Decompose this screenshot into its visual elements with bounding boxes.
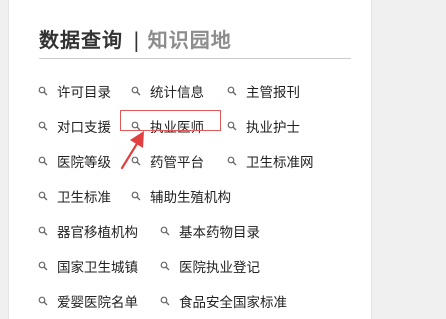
search-icon [160, 296, 170, 306]
link-label: 执业护士 [246, 120, 300, 136]
search-icon [38, 86, 48, 96]
link-label: 器官移植机构 [57, 225, 138, 241]
search-icon [160, 226, 170, 236]
search-icon [131, 86, 141, 96]
search-icon [131, 191, 141, 201]
link-essential-drugs[interactable]: 基本药物目录 [160, 221, 260, 241]
search-icon [38, 261, 48, 271]
search-icon [227, 86, 237, 96]
link-label: 国家卫生城镇 [57, 260, 138, 276]
tab-data-query[interactable]: 数据查询 [39, 24, 123, 53]
search-icon [38, 156, 48, 166]
link-label: 医院执业登记 [179, 260, 260, 276]
link-hospital-grade[interactable]: 医院等级 [38, 151, 111, 171]
panel-header: 数据查询 | 知识园地 [39, 24, 232, 53]
link-license-catalog[interactable]: 许可目录 [38, 81, 111, 101]
link-label: 卫生标准 [57, 190, 111, 206]
link-practicing-nurse[interactable]: 执业护士 [227, 116, 300, 136]
link-statistics[interactable]: 统计信息 [131, 81, 204, 101]
link-organ-transplant[interactable]: 器官移植机构 [38, 221, 138, 241]
link-label: 卫生标准网 [246, 155, 314, 171]
link-publications[interactable]: 主管报刊 [227, 81, 300, 101]
link-hospital-registration[interactable]: 医院执业登记 [160, 256, 260, 276]
link-label: 爱婴医院名单 [57, 295, 138, 311]
link-health-cities[interactable]: 国家卫生城镇 [38, 256, 138, 276]
link-label: 主管报刊 [246, 85, 300, 101]
link-baby-friendly-hospitals[interactable]: 爱婴医院名单 [38, 291, 138, 311]
link-health-standards[interactable]: 卫生标准 [38, 186, 111, 206]
search-icon [38, 296, 48, 306]
search-icon [38, 191, 48, 201]
header-divider [39, 58, 351, 59]
link-label: 许可目录 [57, 85, 111, 101]
link-assisted-reproduction[interactable]: 辅助生殖机构 [131, 186, 231, 206]
link-counterpart-support[interactable]: 对口支援 [38, 116, 111, 136]
red-arrow-icon [120, 131, 144, 170]
tab-separator: | [133, 28, 140, 52]
link-label: 统计信息 [150, 85, 204, 101]
link-label: 食品安全国家标准 [179, 295, 287, 311]
search-icon [160, 261, 170, 271]
link-health-standards-site[interactable]: 卫生标准网 [227, 151, 314, 171]
search-icon [38, 121, 48, 131]
link-label: 基本药物目录 [179, 225, 260, 241]
link-food-safety-standards[interactable]: 食品安全国家标准 [160, 291, 287, 311]
search-icon [227, 121, 237, 131]
link-label: 医院等级 [57, 155, 111, 171]
search-icon [227, 156, 237, 166]
tab-knowledge-garden[interactable]: 知识园地 [148, 24, 232, 53]
search-icon [38, 226, 48, 236]
link-label: 药管平台 [150, 155, 204, 171]
link-label: 辅助生殖机构 [150, 190, 231, 206]
link-label: 对口支援 [57, 120, 111, 136]
